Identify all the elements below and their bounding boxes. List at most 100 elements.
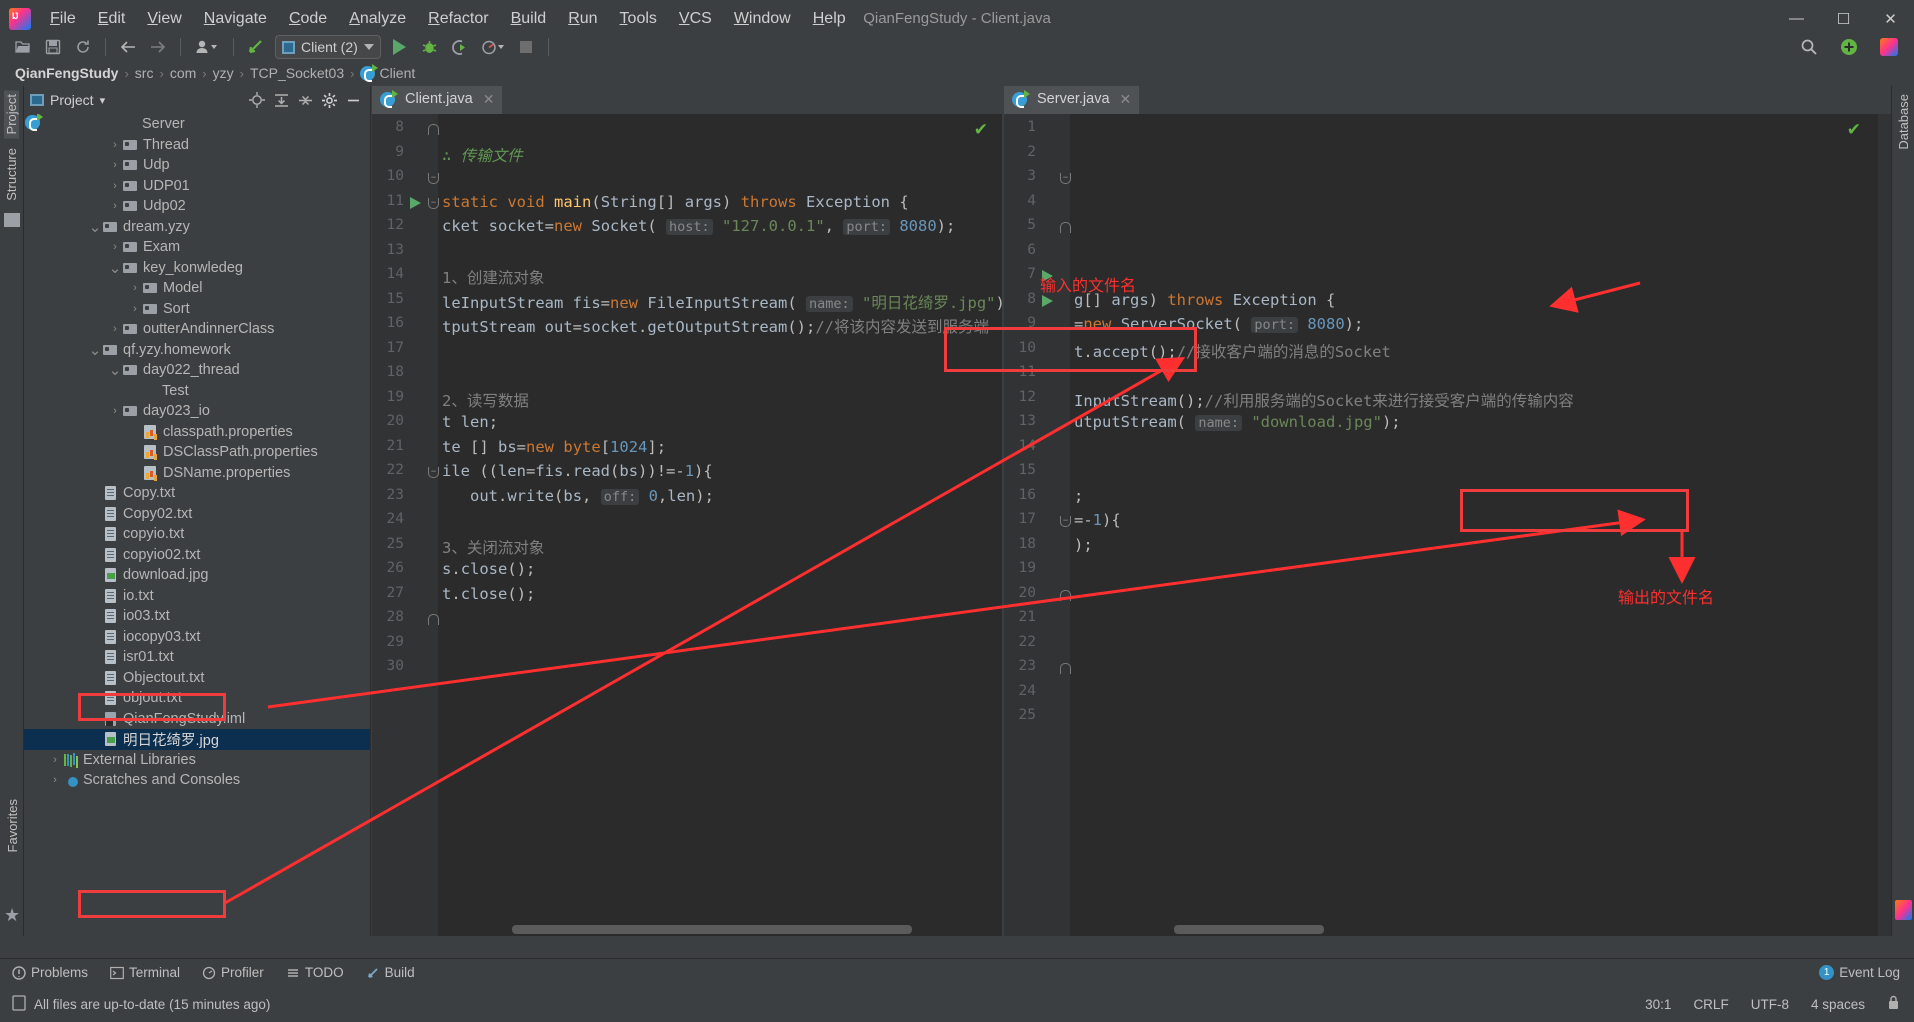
editor-server-java[interactable]: 1 2 3−4 5 6 7 8 9 10 11 12 13 14 15 16 17−18 19 20 21 22 23 2… xyxy=(1004,114,1891,936)
menu-code[interactable]: Code xyxy=(278,5,338,33)
breadcrumb-item-com[interactable]: com xyxy=(167,65,199,81)
code-fold-icon[interactable]: − xyxy=(1060,173,1071,184)
tree-item[interactable]: Copy02.txt xyxy=(24,504,370,525)
expand-all-icon[interactable] xyxy=(270,89,292,111)
menu-vcs[interactable]: VCS xyxy=(668,5,723,33)
tree-item[interactable]: isr01.txt xyxy=(24,647,370,668)
lock-icon[interactable] xyxy=(1887,995,1900,1013)
menu-navigate[interactable]: Navigate xyxy=(193,5,278,33)
tree-item[interactable]: › Thread xyxy=(24,135,370,156)
run-gutter-icon[interactable] xyxy=(410,196,421,209)
editor-left-code[interactable]: ∴ 传输文件 static void main(String[] args) th… xyxy=(442,114,1002,936)
tree-item[interactable]: › Sort xyxy=(24,299,370,320)
locate-icon[interactable] xyxy=(246,89,268,111)
chevron-right-icon[interactable]: › xyxy=(108,241,122,253)
tree-item[interactable]: classpath.properties xyxy=(24,422,370,443)
run-gutter-icon[interactable] xyxy=(1042,294,1053,307)
hide-icon[interactable] xyxy=(342,89,364,111)
menu-file[interactable]: File xyxy=(39,5,87,33)
plugin-update-icon[interactable] xyxy=(1836,34,1862,60)
tree-item[interactable]: › outterAndinnerClass xyxy=(24,319,370,340)
editor-client-java[interactable]: 8 9 10 − 11 − 12 13 14 15 16 17 18 19 20 21 22 − 23 24 25 26 2… xyxy=(372,114,1002,936)
chevron-down-icon[interactable]: ▾ xyxy=(100,94,106,107)
tree-item[interactable]: Copy.txt xyxy=(24,483,370,504)
code-fold-icon[interactable]: − xyxy=(428,467,439,478)
breadcrumb-item-client[interactable]: Client xyxy=(357,64,418,82)
settings-gear-icon[interactable] xyxy=(318,89,340,111)
search-icon[interactable] xyxy=(1796,34,1822,60)
stop-icon[interactable] xyxy=(513,34,539,60)
chevron-right-icon[interactable]: › xyxy=(108,180,122,192)
tab-server-java[interactable]: Server.java ✕ xyxy=(1004,86,1140,114)
tree-item[interactable]: copyio.txt xyxy=(24,524,370,545)
tree-item[interactable]: ⌄ dream.yzy xyxy=(24,217,370,238)
debug-icon[interactable] xyxy=(417,34,443,60)
menu-edit[interactable]: Edit xyxy=(87,5,137,33)
tree-item[interactable]: copyio02.txt xyxy=(24,545,370,566)
tree-item[interactable]: › Exam xyxy=(24,237,370,258)
tree-item[interactable]: › Udp02 xyxy=(24,196,370,217)
run-coverage-icon[interactable] xyxy=(447,34,473,60)
tree-item[interactable]: Test xyxy=(24,114,370,402)
chevron-right-icon[interactable]: › xyxy=(108,139,122,151)
tree-item[interactable]: › External Libraries xyxy=(24,750,370,771)
close-icon[interactable]: ✕ xyxy=(1120,91,1132,108)
open-folder-icon[interactable] xyxy=(10,34,36,60)
tree-item[interactable]: › UDP01 xyxy=(24,176,370,197)
event-log-button[interactable]: 1 Event Log xyxy=(1819,965,1900,980)
close-icon[interactable]: ✕ xyxy=(483,91,495,108)
code-fold-icon[interactable] xyxy=(428,614,439,625)
favorites-star-icon[interactable]: ★ xyxy=(4,905,20,926)
code-fold-icon[interactable] xyxy=(1060,663,1071,674)
horizontal-scrollbar[interactable] xyxy=(512,925,912,934)
tree-item[interactable]: DSClassPath.properties xyxy=(24,442,370,463)
menu-tools[interactable]: Tools xyxy=(609,5,668,33)
tree-item[interactable]: ⌄ qf.yzy.homework xyxy=(24,340,370,361)
toolwindow-build[interactable]: Build xyxy=(366,965,415,980)
chevron-down-icon[interactable]: ⌄ xyxy=(88,341,102,359)
tab-client-java[interactable]: Client.java ✕ xyxy=(372,86,503,114)
breadcrumb-item-qianfengstudy[interactable]: QianFengStudy xyxy=(12,65,121,81)
stripe-favorites-button[interactable]: Favorites xyxy=(5,795,20,856)
toolwindow-profiler[interactable]: Profiler xyxy=(202,965,264,980)
file-encoding[interactable]: UTF-8 xyxy=(1751,997,1789,1012)
toolwindow-terminal[interactable]: Terminal xyxy=(110,965,180,980)
editor-left-gutter[interactable]: 8 9 10 − 11 − 12 13 14 15 16 17 18 19 20 21 22 − 23 24 25 26 2… xyxy=(372,114,439,936)
menu-view[interactable]: View xyxy=(136,5,192,33)
toolwindow-todo[interactable]: TODO xyxy=(286,965,344,980)
line-separator[interactable]: CRLF xyxy=(1693,997,1728,1012)
chevron-right-icon[interactable]: › xyxy=(108,159,122,171)
breadcrumb-item-src[interactable]: src xyxy=(132,65,157,81)
back-arrow-icon[interactable] xyxy=(115,34,141,60)
caret-position[interactable]: 30:1 xyxy=(1645,997,1671,1012)
tree-item[interactable]: DSName.properties xyxy=(24,463,370,484)
project-panel-title-group[interactable]: Project ▾ xyxy=(30,92,105,108)
tree-item[interactable]: io03.txt xyxy=(24,606,370,627)
toolwindow-problems[interactable]: Problems xyxy=(12,965,88,980)
collapse-all-icon[interactable] xyxy=(294,89,316,111)
tree-item[interactable]: Server xyxy=(24,114,370,135)
code-fold-icon[interactable] xyxy=(428,124,439,135)
tree-item[interactable]: io.txt xyxy=(24,586,370,607)
tree-item[interactable]: ⌄ key_konwledeg xyxy=(24,258,370,279)
menu-analyze[interactable]: Analyze xyxy=(338,5,417,33)
breadcrumb-item-yzy[interactable]: yzy xyxy=(210,65,237,81)
menu-window[interactable]: Window xyxy=(723,5,802,33)
code-fold-icon[interactable]: − xyxy=(428,173,439,184)
chevron-down-icon[interactable]: ⌄ xyxy=(108,361,122,379)
chevron-right-icon[interactable]: › xyxy=(128,303,142,315)
tree-item[interactable]: iocopy03.txt xyxy=(24,627,370,648)
chevron-right-icon[interactable]: › xyxy=(108,405,122,417)
chevron-right-icon[interactable]: › xyxy=(48,754,62,766)
stripe-database-button[interactable]: Database xyxy=(1896,90,1911,154)
menu-refactor[interactable]: Refactor xyxy=(417,5,499,33)
profiler-icon[interactable] xyxy=(477,34,509,60)
vcs-update-icon[interactable] xyxy=(243,34,269,60)
indent-setting[interactable]: 4 spaces xyxy=(1811,997,1865,1012)
forward-arrow-icon[interactable] xyxy=(145,34,171,60)
tree-item[interactable]: Objectout.txt xyxy=(24,668,370,689)
code-fold-icon[interactable]: − xyxy=(1060,516,1071,527)
sync-icon[interactable] xyxy=(70,34,96,60)
menu-build[interactable]: Build xyxy=(500,5,558,33)
tree-item[interactable]: 明日花绮罗.jpg xyxy=(24,729,370,750)
